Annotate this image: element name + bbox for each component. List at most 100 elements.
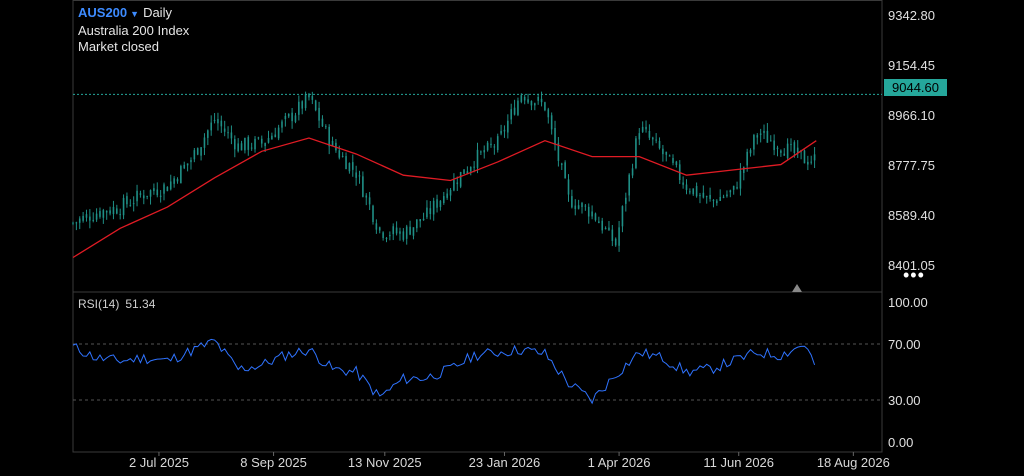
candle-body — [716, 200, 718, 204]
candle-body — [540, 98, 543, 103]
candle-body — [749, 150, 752, 154]
candle-body — [355, 172, 357, 178]
candle-body — [287, 113, 290, 117]
interval-selector[interactable]: Daily — [143, 5, 172, 20]
candle-body — [554, 127, 556, 145]
candle-body — [105, 210, 108, 213]
candle-body — [213, 120, 216, 122]
candle-body — [92, 219, 95, 221]
candle-body — [210, 122, 213, 131]
candle-body — [803, 150, 806, 164]
chart-frame — [72, 0, 883, 453]
candle-body — [705, 196, 708, 198]
candle-body — [122, 197, 125, 216]
candle-body — [641, 126, 644, 132]
candle-body — [672, 158, 674, 163]
candle-body — [769, 140, 772, 142]
candle-body — [766, 130, 769, 143]
candle-body — [763, 130, 765, 133]
candle-body — [584, 205, 587, 207]
candle-body — [790, 144, 792, 146]
index-name: Australia 200 Index — [78, 23, 190, 38]
price-tick-label: 9342.80 — [888, 8, 935, 23]
candle-body — [631, 168, 634, 176]
candle-body — [527, 99, 529, 103]
candle-body — [655, 139, 657, 141]
candle-body — [702, 192, 705, 198]
candle-body — [237, 143, 239, 152]
candle-body — [638, 133, 641, 140]
candle-body — [736, 187, 738, 189]
candle-body — [520, 95, 523, 102]
candle-body — [722, 196, 725, 198]
candle-body — [793, 142, 796, 154]
candle-body — [217, 119, 219, 124]
candle-body — [146, 195, 148, 197]
candle-body — [240, 143, 243, 151]
more-options-icon[interactable]: ••• — [903, 265, 925, 286]
chevron-down-icon[interactable]: ▼ — [130, 9, 139, 19]
candle-body — [635, 138, 637, 168]
candle-body — [439, 200, 442, 208]
candle-body — [173, 178, 175, 184]
candle-body — [507, 120, 509, 133]
rsi-value: 51.34 — [125, 297, 156, 311]
candle-body — [783, 153, 786, 156]
candle-body — [496, 136, 499, 151]
candle-body — [311, 96, 314, 100]
candle-body — [196, 148, 199, 155]
candle-body — [513, 107, 516, 115]
candle-body — [574, 205, 577, 209]
candle-body — [358, 175, 361, 177]
candle-body — [200, 147, 202, 156]
candle-body — [234, 139, 236, 150]
candle-body — [281, 121, 283, 128]
candle-body — [449, 189, 452, 196]
candle-body — [99, 211, 101, 217]
candle-body — [550, 115, 553, 130]
candle-body — [176, 179, 179, 182]
rsi-tick-label: 30.00 — [888, 393, 921, 408]
candle-body — [82, 215, 84, 221]
candle-body — [712, 199, 715, 201]
candle-body — [651, 137, 654, 140]
candle-body — [510, 109, 513, 120]
candle-body — [581, 202, 583, 208]
candle-body — [153, 188, 155, 192]
candle-body — [348, 163, 351, 172]
candle-body — [756, 135, 759, 138]
candle-body — [132, 203, 135, 205]
candle-body — [405, 226, 408, 239]
candle-body — [709, 194, 711, 199]
candle-body — [759, 133, 762, 135]
candle-body — [341, 155, 344, 157]
candle-body — [685, 184, 688, 190]
rsi-tick-label: 100.00 — [888, 295, 928, 310]
candle-body — [136, 190, 138, 202]
candle-body — [274, 134, 277, 138]
rsi-name: RSI(14) — [78, 297, 120, 311]
candle-body — [193, 150, 196, 160]
candle-body — [773, 140, 775, 151]
candle-body — [739, 170, 742, 189]
candle-body — [469, 166, 472, 172]
price-tick-label: 8589.40 — [888, 208, 935, 223]
candle-body — [142, 195, 145, 199]
candle-body — [264, 143, 266, 147]
candle-body — [810, 161, 813, 163]
candle-body — [314, 100, 317, 111]
candle-body — [338, 150, 341, 158]
rsi-legend[interactable]: RSI(14) 51.34 — [78, 297, 161, 311]
candle-body — [227, 132, 229, 134]
rsi-tick-label: 0.00 — [888, 435, 913, 450]
candle-body — [786, 143, 789, 159]
trading-chart[interactable]: 9342.80 9154.45 8966.10 8777.75 8589.40 8401.… — [0, 0, 1024, 471]
candle-body — [321, 118, 324, 127]
candle-body — [186, 163, 189, 166]
chart-canvas[interactable]: 9342.809154.458966.108777.758589.408401.… — [0, 0, 1024, 471]
candle-body — [780, 150, 782, 153]
candle-body — [426, 207, 428, 218]
price-tick-label: 9154.45 — [888, 58, 935, 73]
symbol-selector[interactable]: AUS200 — [78, 5, 127, 20]
candle-body — [156, 189, 159, 196]
